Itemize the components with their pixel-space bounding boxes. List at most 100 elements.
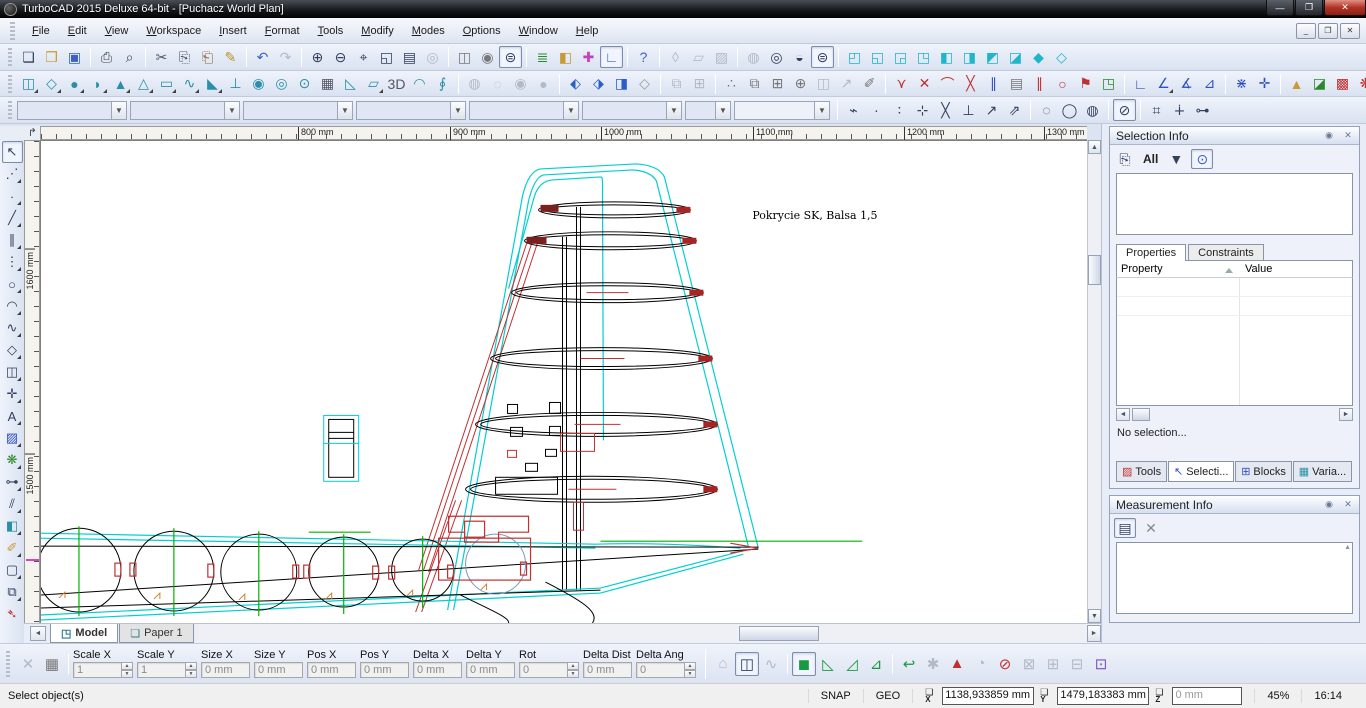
zoom-page-icon[interactable]: ▤ xyxy=(398,46,421,68)
format-painter-icon[interactable]: ✎ xyxy=(219,46,242,68)
grid-scroll-left[interactable]: ◄ xyxy=(1116,408,1130,421)
property-combo-6[interactable]: ▼ xyxy=(582,101,682,120)
move-tool-icon[interactable]: ✛ xyxy=(2,383,23,405)
delta-y-input[interactable]: 0 mm xyxy=(466,662,515,678)
column-value[interactable]: Value xyxy=(1239,263,1352,275)
measure-clear-icon[interactable]: ✕ xyxy=(1140,518,1162,538)
cut-icon[interactable]: ✂ xyxy=(150,46,173,68)
curve-tool-icon[interactable]: ∿ xyxy=(2,317,23,339)
mdi-close-button[interactable]: ✕ xyxy=(1340,23,1360,39)
copy-in-place-icon[interactable]: ⧉ xyxy=(665,73,688,95)
hatch-tool-icon[interactable]: ▨ xyxy=(2,427,23,449)
print-preview-icon[interactable]: ⌕ xyxy=(118,46,141,68)
boolean-union-icon[interactable]: ◍ xyxy=(463,73,486,95)
render-scene-icon[interactable]: ⊜ xyxy=(499,46,522,68)
chevron-down-icon[interactable]: ▼ xyxy=(450,102,465,119)
close-button[interactable]: ✕ xyxy=(1324,0,1366,16)
menu-file[interactable]: File xyxy=(23,22,59,40)
view-left-icon[interactable]: ◲ xyxy=(889,46,912,68)
chamfer-distance-icon[interactable]: ∡ xyxy=(1175,73,1198,95)
point-tool-icon[interactable]: ∙ xyxy=(2,185,23,207)
zoom-extents-icon[interactable]: ◱ xyxy=(375,46,398,68)
delta-ang-input[interactable]: 0 xyxy=(636,662,685,678)
restore-button[interactable]: ❐ xyxy=(1295,0,1323,16)
chevron-down-icon[interactable]: ▼ xyxy=(563,102,578,119)
vertical-scrollbar[interactable]: ▲ ▼ xyxy=(1087,140,1101,623)
stack-copy-icon[interactable]: ⧉ xyxy=(743,73,766,95)
frame-mode-3-icon[interactable]: ⊟ xyxy=(1065,652,1089,676)
column-property[interactable]: Property xyxy=(1117,263,1239,275)
new-icon[interactable]: ❏ xyxy=(17,46,40,68)
menu-insert[interactable]: Insert xyxy=(210,22,256,40)
property-grid[interactable] xyxy=(1116,278,1353,406)
pos-y-input[interactable]: 0 mm xyxy=(360,662,409,678)
cylinder-icon[interactable]: ▭ xyxy=(155,73,178,95)
property-combo-3[interactable]: ▼ xyxy=(243,101,353,120)
tab-selecti[interactable]: ↖Selecti... xyxy=(1168,461,1234,482)
select-tool-icon[interactable]: ↖ xyxy=(2,141,23,163)
fit-array-icon[interactable]: ⊞ xyxy=(688,73,711,95)
paste-icon[interactable]: ⎗ xyxy=(196,46,219,68)
spiral-3d-icon[interactable]: ∮ xyxy=(431,73,454,95)
slice-icon[interactable]: ● xyxy=(532,73,555,95)
view-front-icon[interactable]: ◰ xyxy=(843,46,866,68)
cone-icon[interactable]: ▲ xyxy=(109,73,132,95)
mdi-restore-button[interactable]: ❐ xyxy=(1318,23,1338,39)
view-back-icon[interactable]: ◱ xyxy=(866,46,889,68)
query-select-icon[interactable]: ⎘ xyxy=(1114,149,1136,169)
scale-x-spinner[interactable]: ▲▼ xyxy=(122,662,133,678)
save-icon[interactable]: ▣ xyxy=(63,46,86,68)
view-bottom-icon[interactable]: ◨ xyxy=(958,46,981,68)
delta-ang-spinner[interactable]: ▲▼ xyxy=(685,662,696,678)
workplane-by-cp-icon[interactable]: ◿ xyxy=(840,652,864,676)
redo-icon[interactable]: ↷ xyxy=(274,46,297,68)
rot-spinner[interactable]: ▲▼ xyxy=(568,662,579,678)
boolean-intersect-icon[interactable]: ◉ xyxy=(509,73,532,95)
prism-icon[interactable]: △ xyxy=(132,73,155,95)
menu-format[interactable]: Format xyxy=(256,22,309,40)
hatch-fill-icon[interactable]: ▩ xyxy=(1331,73,1354,95)
zoom-previous-icon[interactable]: ◎ xyxy=(421,46,444,68)
tab-tools[interactable]: ▨Tools xyxy=(1116,461,1167,482)
snap-grid-icon[interactable]: ⌗ xyxy=(1145,99,1168,121)
text-tool-icon[interactable]: A xyxy=(2,405,23,427)
snap-parallel-icon[interactable]: ⇗ xyxy=(1003,99,1026,121)
corner-fillet-icon[interactable]: ∟ xyxy=(1129,73,1152,95)
menu-help[interactable]: Help xyxy=(567,22,608,40)
snap-tangent-icon[interactable]: ↗ xyxy=(980,99,1003,121)
explode-icon[interactable]: ⋇ xyxy=(1230,73,1253,95)
view-right-icon[interactable]: ◳ xyxy=(912,46,935,68)
coord-x-input[interactable]: 1138,933859 mm xyxy=(942,687,1034,705)
facet-intersect-icon[interactable]: ◨ xyxy=(610,73,633,95)
menu-tools[interactable]: Tools xyxy=(309,22,353,40)
rot-input[interactable]: 0 xyxy=(519,662,568,678)
chevron-down-icon[interactable]: ▼ xyxy=(224,102,239,119)
print-icon[interactable]: ⎙ xyxy=(95,46,118,68)
object-trim-icon[interactable]: ▤ xyxy=(1005,73,1028,95)
panel-close-icon[interactable]: ✕ xyxy=(1340,129,1356,143)
coord-y-input[interactable]: 1479,183383 mm xyxy=(1057,687,1149,705)
horizontal-scrollbar[interactable]: ► xyxy=(197,624,1101,643)
scroll-down-button[interactable]: ▼ xyxy=(1088,609,1101,623)
split-icon[interactable]: ⋎ xyxy=(890,73,913,95)
brush-tool-icon[interactable]: ➴ xyxy=(2,603,23,625)
spark-cursor-icon[interactable]: ✱ xyxy=(921,652,945,676)
circle-tool-icon[interactable]: ○ xyxy=(2,273,23,295)
menu-view[interactable]: View xyxy=(96,22,138,40)
delta-dist-input[interactable]: 0 mm xyxy=(583,662,632,678)
t-meet-icon[interactable]: ⌒ xyxy=(936,73,959,95)
auto-workplane-icon[interactable]: ↩ xyxy=(897,652,921,676)
mirror-copy-icon[interactable]: ◫ xyxy=(812,73,835,95)
chevron-down-icon[interactable]: ▼ xyxy=(666,102,681,119)
create-view-icon[interactable]: ◫ xyxy=(453,46,476,68)
selection-list[interactable] xyxy=(1116,173,1353,235)
coord-z-input[interactable]: 0 mm xyxy=(1172,687,1242,705)
drawing-canvas[interactable]: Pokrycie SK, Balsa 1,5 xyxy=(40,140,1087,623)
zoom-in-icon[interactable]: ⊕ xyxy=(306,46,329,68)
angle-lock-icon[interactable]: ▲ xyxy=(945,652,969,676)
menu-workspace[interactable]: Workspace xyxy=(137,22,210,40)
chevron-down-icon[interactable]: ▼ xyxy=(715,102,730,119)
grid-scroll-thumb[interactable] xyxy=(1132,408,1150,421)
mdi-minimize-button[interactable]: _ xyxy=(1296,23,1316,39)
snap-aperture-icon[interactable]: ∔ xyxy=(1168,99,1191,121)
